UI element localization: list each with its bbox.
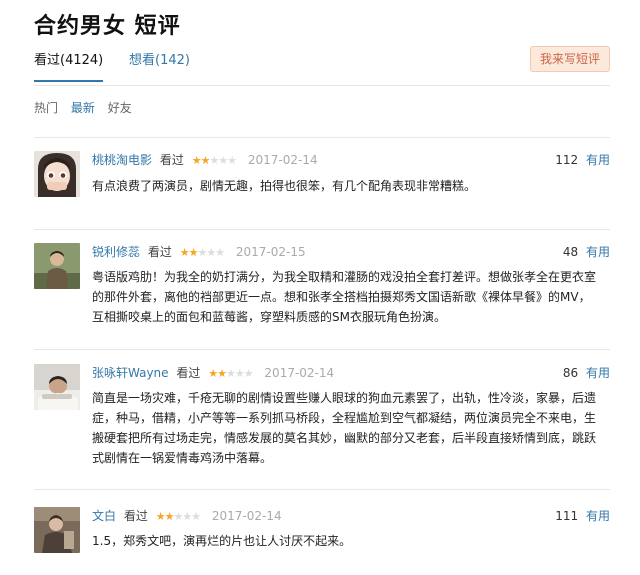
star-empty-icon: ★	[209, 154, 219, 167]
review-status: 看过	[147, 245, 172, 259]
review-author[interactable]: 锐利修蕊	[92, 245, 140, 259]
avatar[interactable]	[34, 507, 80, 553]
star-filled-icon: ★	[191, 154, 202, 167]
review-date: 2017-02-14	[264, 366, 335, 380]
review-votes: 48 有用	[563, 243, 610, 261]
star-empty-icon: ★	[234, 367, 245, 380]
useful-button[interactable]: 有用	[586, 366, 610, 380]
review-status: 看过	[123, 509, 148, 523]
review-item: 文白 看过 ★★★★★ 2017-02-14 111 有用 1.5，郑秀文吧，演…	[34, 507, 610, 567]
review-item: 锐利修蕊 看过 ★★★★★ 2017-02-15 48 有用 粤语版鸡肋！为我全…	[34, 243, 610, 343]
review-author[interactable]: 文白	[92, 509, 116, 523]
sort-hot[interactable]: 热门	[34, 99, 58, 116]
rating-stars: ★★★★★	[208, 365, 254, 383]
star-empty-icon: ★	[206, 246, 216, 259]
vote-count: 48	[562, 245, 579, 259]
review-date: 2017-02-15	[235, 245, 306, 259]
review-votes: 112 有用	[555, 151, 610, 169]
avatar[interactable]	[34, 364, 80, 410]
review-meta: 张咏轩Wayne 看过 ★★★★★ 2017-02-14	[92, 364, 334, 382]
useful-button[interactable]: 有用	[586, 245, 610, 259]
review-votes: 86 有用	[563, 364, 610, 382]
review-meta: 桃桃淘电影 看过 ★★★★★ 2017-02-14	[92, 151, 318, 169]
star-empty-icon: ★	[173, 510, 183, 523]
page-title: 合约男女 短评	[34, 14, 181, 39]
divider	[34, 137, 610, 138]
review-date: 2017-02-14	[211, 509, 282, 523]
vote-count: 86	[562, 366, 579, 380]
useful-button[interactable]: 有用	[586, 153, 610, 167]
review-author[interactable]: 张咏轩Wayne	[92, 366, 169, 380]
sort-latest[interactable]: 最新	[71, 99, 95, 116]
review-content: 有点浪费了两演员，剧情无趣，拍得也很笨，有几个配角表现非常糟糕。	[92, 179, 477, 193]
review-date: 2017-02-14	[247, 153, 318, 167]
review-content: 粤语版鸡肋！为我全的奶打满分，为我全取精和灌肠的戏没拍全套打差评。想做张孝全在更…	[92, 270, 597, 324]
divider	[34, 229, 610, 230]
star-empty-icon: ★	[218, 154, 228, 167]
star-empty-icon: ★	[191, 510, 201, 523]
vote-count: 111	[555, 509, 579, 523]
review-item: 桃桃淘电影 看过 ★★★★★ 2017-02-14 112 有用 有点浪费了两演…	[34, 151, 610, 231]
review-author[interactable]: 桃桃淘电影	[92, 153, 152, 167]
review-content: 简直是一场灾难，千疮无聊的剧情设置些赚人眼球的狗血元素罢了，出轨，性冷淡，家暴，…	[92, 391, 597, 465]
star-empty-icon: ★	[197, 246, 207, 259]
divider	[34, 489, 610, 490]
tab-watched[interactable]: 看过(4124)	[34, 52, 104, 82]
tab-bar: 看过(4124) 想看(142) 我来写短评	[34, 46, 610, 86]
review-content: 1.5，郑秀文吧，演再烂的片也让人讨厌不起来。	[92, 534, 352, 548]
star-filled-icon: ★	[155, 510, 166, 523]
tab-want-to-watch[interactable]: 想看(142)	[129, 52, 190, 70]
star-filled-icon: ★	[179, 246, 190, 259]
review-meta: 文白 看过 ★★★★★ 2017-02-14	[92, 507, 282, 525]
review-meta: 锐利修蕊 看过 ★★★★★ 2017-02-15	[92, 243, 306, 261]
rating-stars: ★★★★★	[179, 244, 225, 262]
star-empty-icon: ★	[225, 367, 236, 380]
star-empty-icon: ★	[182, 510, 192, 523]
star-empty-icon: ★	[243, 367, 254, 380]
sort-bar: 热门 最新 好友	[34, 99, 141, 116]
useful-button[interactable]: 有用	[586, 509, 610, 523]
star-empty-icon: ★	[215, 246, 225, 259]
rating-stars: ★★★★★	[191, 152, 237, 170]
divider	[34, 349, 610, 350]
write-review-button[interactable]: 我来写短评	[530, 46, 610, 72]
sort-friends[interactable]: 好友	[108, 99, 132, 116]
review-item: 张咏轩Wayne 看过 ★★★★★ 2017-02-14 86 有用 简直是一场…	[34, 364, 610, 484]
avatar[interactable]	[34, 243, 80, 289]
rating-stars: ★★★★★	[155, 508, 201, 526]
review-status: 看过	[159, 153, 184, 167]
star-filled-icon: ★	[217, 367, 227, 380]
review-status: 看过	[176, 366, 201, 380]
star-empty-icon: ★	[227, 154, 237, 167]
avatar[interactable]	[34, 151, 80, 197]
review-votes: 111 有用	[555, 507, 610, 525]
star-filled-icon: ★	[208, 367, 218, 380]
vote-count: 112	[555, 153, 579, 167]
